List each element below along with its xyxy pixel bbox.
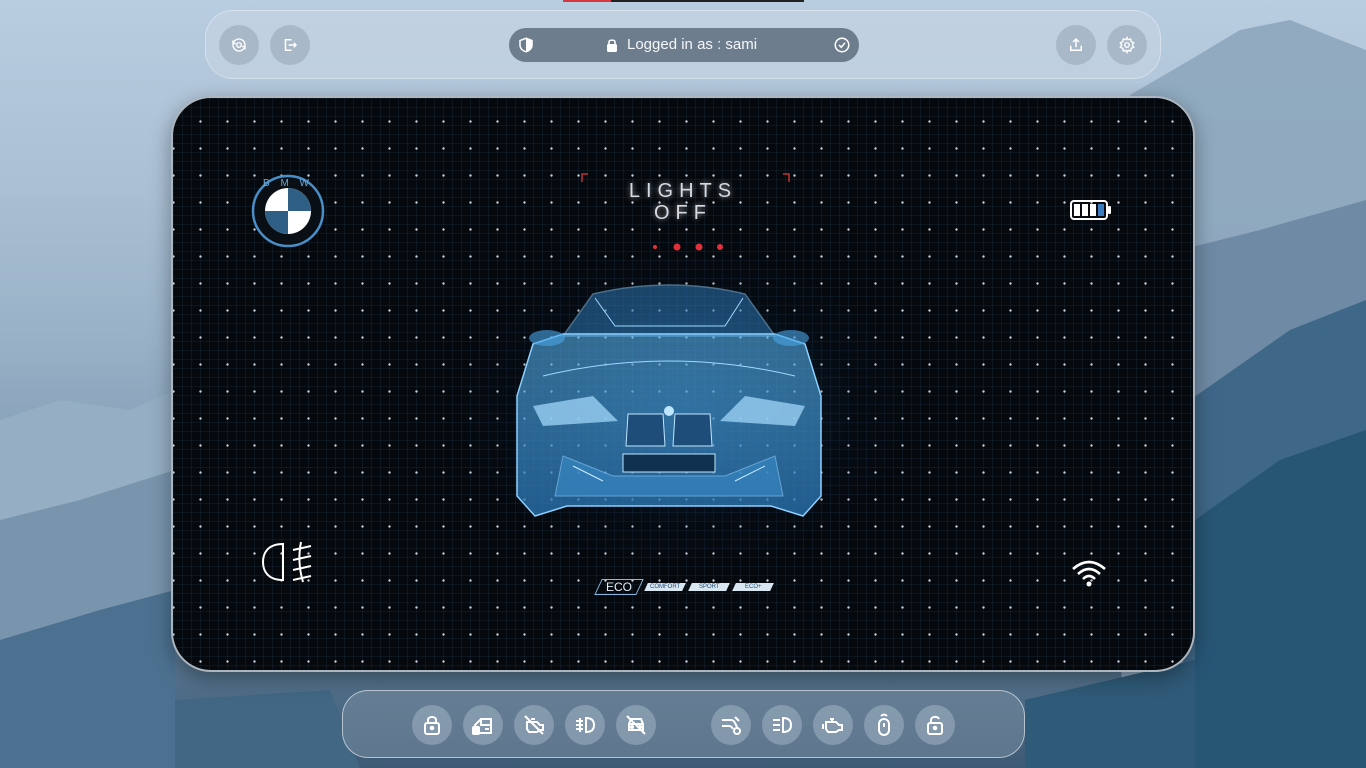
car-hologram: [516, 284, 822, 517]
car-door-button[interactable]: [463, 705, 503, 745]
engine-off-button[interactable]: [514, 705, 554, 745]
gear-icon: [1119, 36, 1135, 54]
unlock-button[interactable]: [915, 705, 955, 745]
status-dots: [653, 243, 723, 251]
bmw-logo-text: B M W: [263, 178, 313, 189]
fog-light-button[interactable]: [565, 705, 605, 745]
battery-icon: [1070, 200, 1111, 220]
engine-button[interactable]: [813, 705, 853, 745]
lock-icon: [424, 716, 440, 735]
fog-light-icon: [576, 716, 596, 734]
logout-button[interactable]: [270, 25, 310, 65]
lights-status-line1: LIGHTS: [628, 180, 738, 202]
share-button[interactable]: [1056, 25, 1096, 65]
shield-icon: [519, 37, 533, 53]
login-label: Logged in as : sami: [627, 36, 758, 53]
refresh-button[interactable]: [219, 25, 259, 65]
share-icon: [1070, 37, 1082, 51]
low-beam-button[interactable]: [762, 705, 802, 745]
lights-status-line2: OFF: [654, 202, 712, 224]
check-circle-icon: [834, 37, 850, 53]
car-door-icon: [472, 718, 492, 735]
dashboard-panel: B M W LIGHTS OFF ECO COMFORT SPORT ECO+: [171, 96, 1195, 672]
mode-eco-plus[interactable]: ECO+: [732, 583, 774, 591]
key-fob-button[interactable]: [864, 705, 904, 745]
engine-off-icon: [524, 715, 544, 735]
car-off-button[interactable]: [616, 705, 656, 745]
exhaust-button[interactable]: [711, 705, 751, 745]
lock-button[interactable]: [412, 705, 452, 745]
mode-sport[interactable]: SPORT: [688, 583, 730, 591]
logout-icon: [284, 39, 298, 51]
mode-eco[interactable]: ECO: [594, 579, 644, 595]
fog-light-icon: [261, 541, 312, 583]
top-bar: Logged in as : sami: [205, 10, 1161, 79]
wifi-icon: [1072, 560, 1106, 587]
mode-comfort[interactable]: COMFORT: [644, 583, 686, 591]
bottom-control-bar: [342, 690, 1025, 758]
key-fob-icon: [878, 713, 890, 736]
engine-icon: [822, 718, 843, 733]
sync-icon: [232, 38, 246, 52]
loading-progress-bar: [563, 0, 804, 2]
settings-button[interactable]: [1107, 25, 1147, 65]
drive-mode-selector: ECO COMFORT SPORT ECO+: [594, 579, 778, 595]
login-status: Logged in as : sami: [509, 28, 859, 62]
lock-icon: [607, 39, 617, 52]
low-beam-icon: [773, 716, 793, 734]
lights-status: LIGHTS OFF: [583, 180, 783, 224]
unlock-icon: [927, 715, 943, 735]
bmw-logo: B M W: [251, 174, 325, 248]
exhaust-icon: [722, 716, 741, 735]
car-off-icon: [626, 715, 646, 735]
